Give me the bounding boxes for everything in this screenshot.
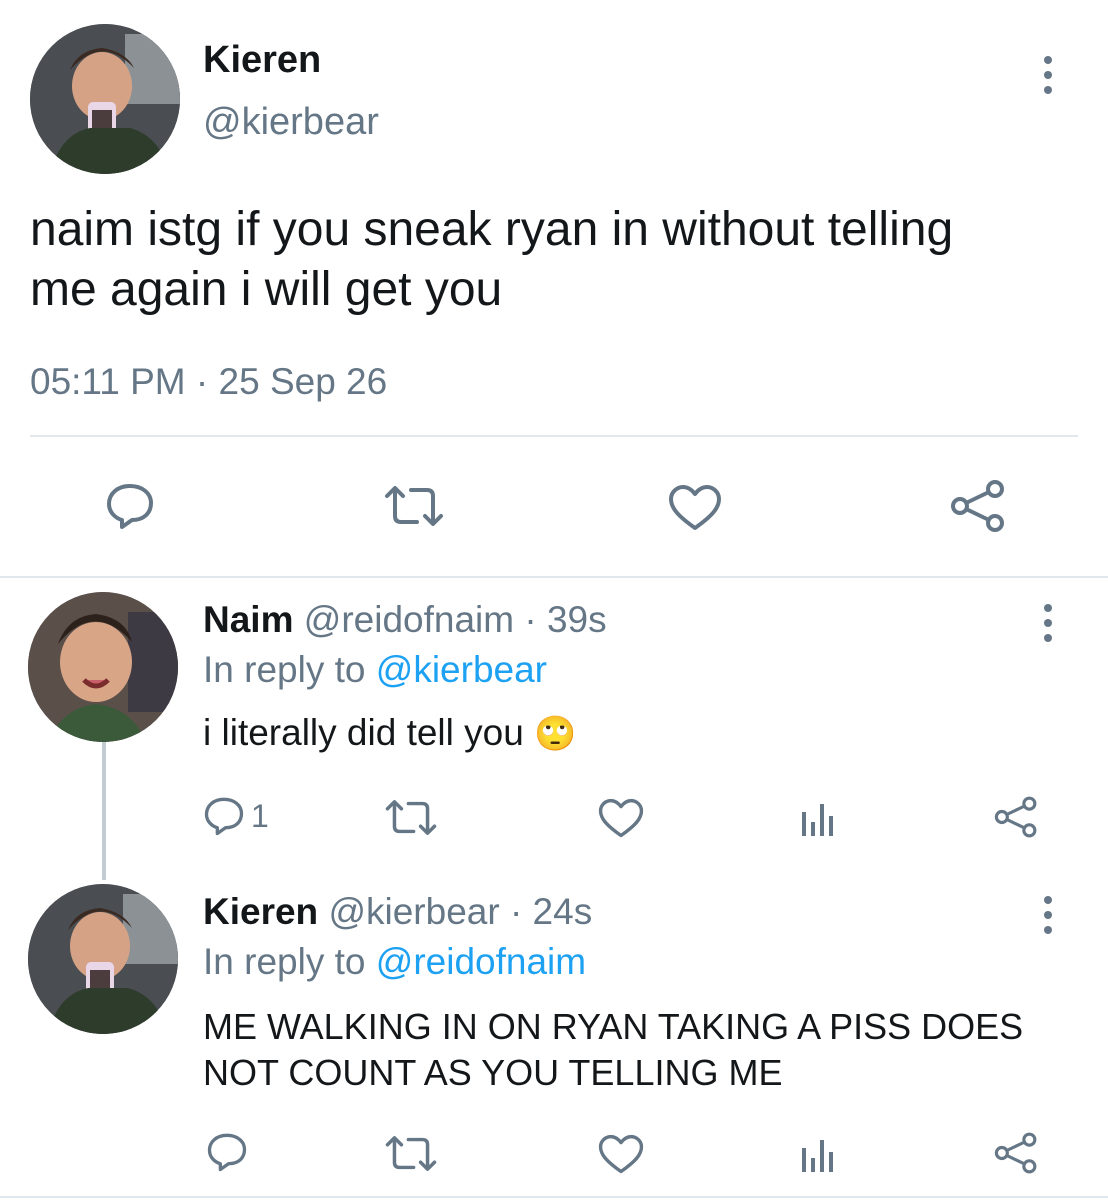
in-reply-to-handle[interactable]: @kierbear [376,649,547,690]
avatar-kieren[interactable] [30,24,180,174]
eye-roll-emoji: 🙄 [534,715,577,753]
reply-icon [203,796,245,836]
in-reply-to: In reply to @reidofnaim [203,940,586,984]
in-reply-to-label: In reply to [203,649,376,690]
thread-line [102,740,106,880]
reply-author-name[interactable]: Naim [203,599,293,640]
more-options-icon[interactable] [1036,56,1060,94]
reply-icon[interactable] [206,1132,248,1172]
avatar-image [28,884,178,1034]
like-icon[interactable] [668,484,722,532]
in-reply-to-label: In reply to [203,941,376,982]
reply-text-content: i literally did tell you [203,712,524,753]
divider [0,576,1108,578]
avatar-image [30,24,180,174]
tweet-text-line-1: naim istg if you sneak ryan in without t… [30,203,954,256]
divider [30,435,1078,437]
avatar-image [28,592,178,742]
reply-header: Kieren @kierbear · 24s [203,890,592,934]
retweet-icon[interactable] [384,800,438,835]
like-icon[interactable] [598,1134,644,1175]
retweet-icon[interactable] [384,1136,438,1171]
reply-text: i literally did tell you 🙄 [203,710,576,757]
share-icon[interactable] [994,1132,1038,1174]
avatar-kieren[interactable] [28,884,178,1034]
tweet-timestamp: 05:11 PM · 25 Sep 26 [30,361,388,402]
reply-author-name[interactable]: Kieren [203,891,318,932]
reply-count: 1 [251,797,269,834]
divider [0,1196,1108,1198]
author-handle[interactable]: @kierbear [203,100,379,144]
avatar-naim[interactable] [28,592,178,742]
in-reply-to: In reply to @kierbear [203,648,547,692]
reply-meta: @kierbear · 24s [328,891,593,932]
like-icon[interactable] [598,798,644,839]
in-reply-to-handle[interactable]: @reidofnaim [376,941,586,982]
reply-text-line-2: NOT COUNT AS YOU TELLING ME [203,1052,783,1093]
more-options-icon[interactable] [1036,604,1060,642]
share-icon[interactable] [950,480,1006,532]
reply-action[interactable]: 1 [203,796,269,836]
author-name[interactable]: Kieren [203,38,321,82]
analytics-icon[interactable] [800,1134,836,1174]
analytics-icon[interactable] [800,798,836,838]
more-options-icon[interactable] [1036,896,1060,934]
reply-header: Naim @reidofnaim · 39s [203,598,607,642]
tweet-text-line-2: me again i will get you [30,263,503,316]
tweet-text: naim istg if you sneak ryan in without t… [30,200,953,320]
reply-icon[interactable] [105,482,155,530]
reply-text-line-1: ME WALKING IN ON RYAN TAKING A PISS DOES [203,1006,1024,1047]
share-icon[interactable] [994,796,1038,838]
retweet-icon[interactable] [383,486,445,526]
reply-text: ME WALKING IN ON RYAN TAKING A PISS DOES… [203,1004,1023,1096]
reply-meta: @reidofnaim · 39s [303,599,607,640]
